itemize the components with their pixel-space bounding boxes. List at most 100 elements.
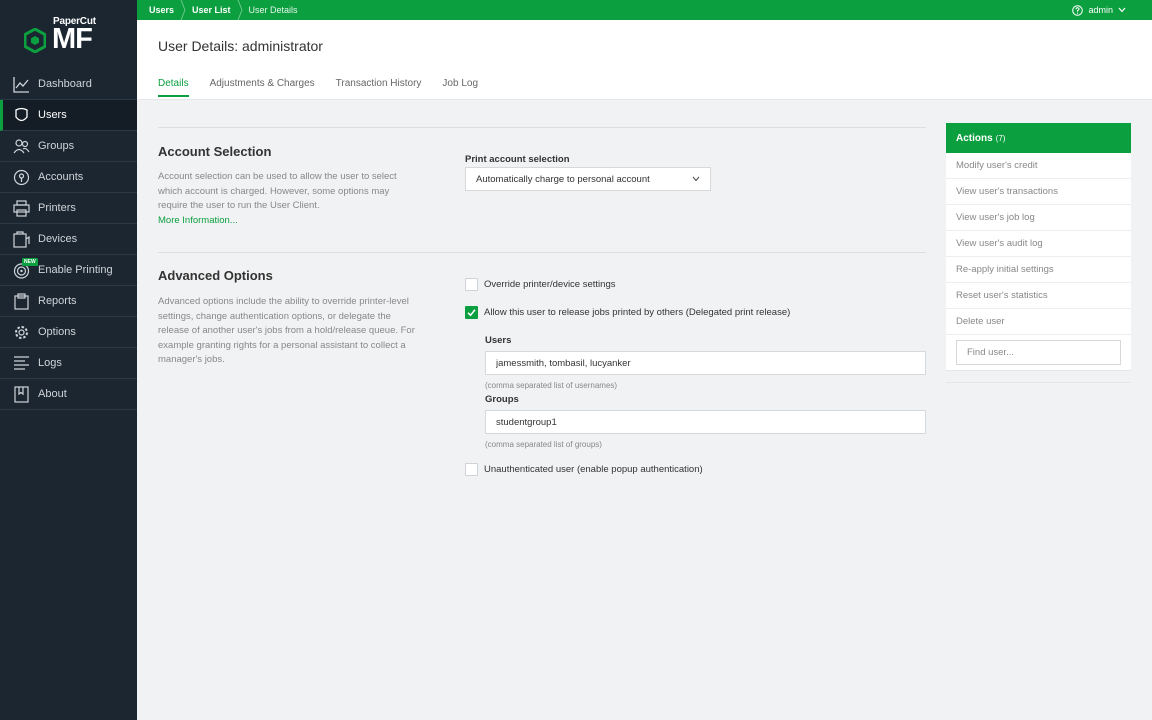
tab-adjustments-charges[interactable]: Adjustments & Charges: [210, 78, 315, 97]
user-icon: [15, 107, 28, 122]
tab-bar: Details Adjustments & Charges Transactio…: [158, 78, 478, 97]
sidebar-item-about[interactable]: About: [0, 379, 137, 410]
action-view-transactions[interactable]: View user's transactions: [946, 179, 1131, 205]
action-view-audit-log[interactable]: View user's audit log: [946, 231, 1131, 257]
sidebar-item-label: Reports: [38, 295, 77, 307]
checkmark-icon: [467, 309, 476, 317]
action-delete-user[interactable]: Delete user: [946, 309, 1131, 335]
override-settings-row[interactable]: Override printer/device settings: [465, 278, 615, 291]
hexagon-logo-icon: [24, 28, 46, 53]
sidebar-item-label: Logs: [38, 357, 62, 369]
sidebar-item-users[interactable]: Users: [0, 100, 137, 131]
sidebar: PaperCut MF Dashboard Users Groups Accou…: [0, 0, 137, 720]
users-label: Users: [485, 335, 512, 346]
device-icon: [13, 231, 30, 248]
sidebar-item-logs[interactable]: Logs: [0, 348, 137, 379]
user-menu[interactable]: admin: [1072, 0, 1126, 20]
advanced-options-title: Advanced Options: [158, 268, 273, 283]
top-bar: Users User List User Details admin: [137, 0, 1152, 20]
main-content: Account Selection Account selection can …: [137, 100, 1152, 720]
desc-line: settings, change authentication options,…: [158, 310, 391, 322]
admin-username[interactable]: admin: [1088, 5, 1113, 15]
actions-panel: Actions (7) Modify user's credit View us…: [946, 123, 1131, 383]
action-view-job-log[interactable]: View user's job log: [946, 205, 1131, 231]
book-icon: [14, 386, 29, 403]
group-icon: [13, 139, 30, 154]
page-header: User Details: administrator Details Adju…: [137, 20, 1152, 100]
actions-count: (7): [995, 133, 1006, 143]
printer-icon: [13, 200, 30, 217]
unauthenticated-user-checkbox[interactable]: [465, 463, 478, 476]
account-selection-title: Account Selection: [158, 144, 272, 159]
more-information-link[interactable]: More Information...: [158, 214, 418, 229]
override-settings-checkbox[interactable]: [465, 278, 478, 291]
sidebar-item-label: Devices: [38, 233, 78, 245]
account-selection-description: Account selection can be used to allow t…: [158, 170, 418, 228]
desc-line: example granting rights for a personal a…: [158, 339, 406, 351]
papercut-logo[interactable]: PaperCut MF: [24, 16, 104, 56]
sidebar-item-label: Printers: [38, 202, 76, 214]
sidebar-item-printers[interactable]: Printers: [0, 193, 137, 224]
page-title: User Details: administrator: [158, 38, 323, 54]
sidebar-item-dashboard[interactable]: Dashboard: [0, 69, 137, 100]
delegated-release-checkbox[interactable]: [465, 306, 478, 319]
actions-footer: [946, 371, 1131, 383]
delegated-release-row[interactable]: Allow this user to release jobs printed …: [465, 306, 790, 319]
tab-details[interactable]: Details: [158, 78, 189, 97]
desc-line: which account is charged. However, some …: [158, 185, 390, 197]
delegate-users-input[interactable]: [485, 351, 926, 375]
sidebar-item-groups[interactable]: Groups: [0, 131, 137, 162]
advanced-options-description: Advanced options include the ability to …: [158, 295, 418, 368]
groups-hint: (comma separated list of groups): [485, 440, 602, 449]
delegate-groups-input[interactable]: [485, 410, 926, 434]
desc-line: manager's jobs.: [158, 354, 225, 365]
desc-line: Account selection can be used to allow t…: [158, 171, 397, 182]
unauthenticated-user-row[interactable]: Unauthenticated user (enable popup authe…: [465, 463, 703, 476]
sidebar-item-label: About: [38, 388, 67, 400]
divider: [158, 252, 926, 253]
delegated-release-label: Allow this user to release jobs printed …: [484, 307, 791, 318]
account-icon: [13, 169, 30, 186]
sidebar-item-devices[interactable]: Devices: [0, 224, 137, 255]
gear-icon: [15, 326, 28, 339]
list-icon: [14, 356, 29, 370]
find-user-input[interactable]: [956, 340, 1121, 365]
breadcrumb-user-details: User Details: [248, 5, 298, 15]
action-modify-credit[interactable]: Modify user's credit: [946, 153, 1131, 179]
chevron-down-icon: [692, 176, 700, 182]
find-user-wrapper: [946, 335, 1131, 371]
new-badge: NEW: [22, 258, 38, 266]
breadcrumb-separator-icon: [180, 0, 186, 20]
brand-big: MF: [52, 23, 93, 55]
chart-line-icon: [13, 77, 29, 93]
actions-header: Actions (7): [946, 123, 1131, 153]
tab-job-log[interactable]: Job Log: [442, 78, 478, 97]
sidebar-item-enable-printing[interactable]: NEW Enable Printing: [0, 255, 137, 286]
groups-label: Groups: [485, 394, 519, 405]
sidebar-item-label: Dashboard: [38, 78, 92, 90]
unauthenticated-user-label: Unauthenticated user (enable popup authe…: [484, 464, 703, 475]
sidebar-item-reports[interactable]: Reports: [0, 286, 137, 317]
help-circle-icon[interactable]: [1072, 4, 1084, 16]
override-settings-label: Override printer/device settings: [484, 279, 616, 290]
print-account-select[interactable]: Automatically charge to personal account: [465, 167, 711, 191]
sidebar-item-accounts[interactable]: Accounts: [0, 162, 137, 193]
sidebar-item-label: Groups: [38, 140, 75, 152]
desc-line: require the user to run the User Client.: [158, 200, 320, 211]
action-reapply-initial-settings[interactable]: Re-apply initial settings: [946, 257, 1131, 283]
desc-line: Advanced options include the ability to …: [158, 296, 409, 307]
actions-title: Actions: [956, 132, 993, 144]
tab-transaction-history[interactable]: Transaction History: [336, 78, 422, 97]
sidebar-item-label: Accounts: [38, 171, 84, 183]
breadcrumb-separator-icon: [237, 0, 242, 20]
divider: [158, 127, 926, 128]
breadcrumb-users[interactable]: Users: [149, 5, 174, 15]
sidebar-item-label: Enable Printing: [38, 264, 113, 276]
clipboard-icon: [14, 293, 29, 310]
chevron-down-icon: [1118, 7, 1126, 13]
sidebar-item-label: Users: [38, 109, 67, 121]
print-account-selection-label: Print account selection: [465, 154, 570, 165]
breadcrumb-user-list[interactable]: User List: [192, 5, 231, 15]
action-reset-statistics[interactable]: Reset user's statistics: [946, 283, 1131, 309]
sidebar-item-options[interactable]: Options: [0, 317, 137, 348]
